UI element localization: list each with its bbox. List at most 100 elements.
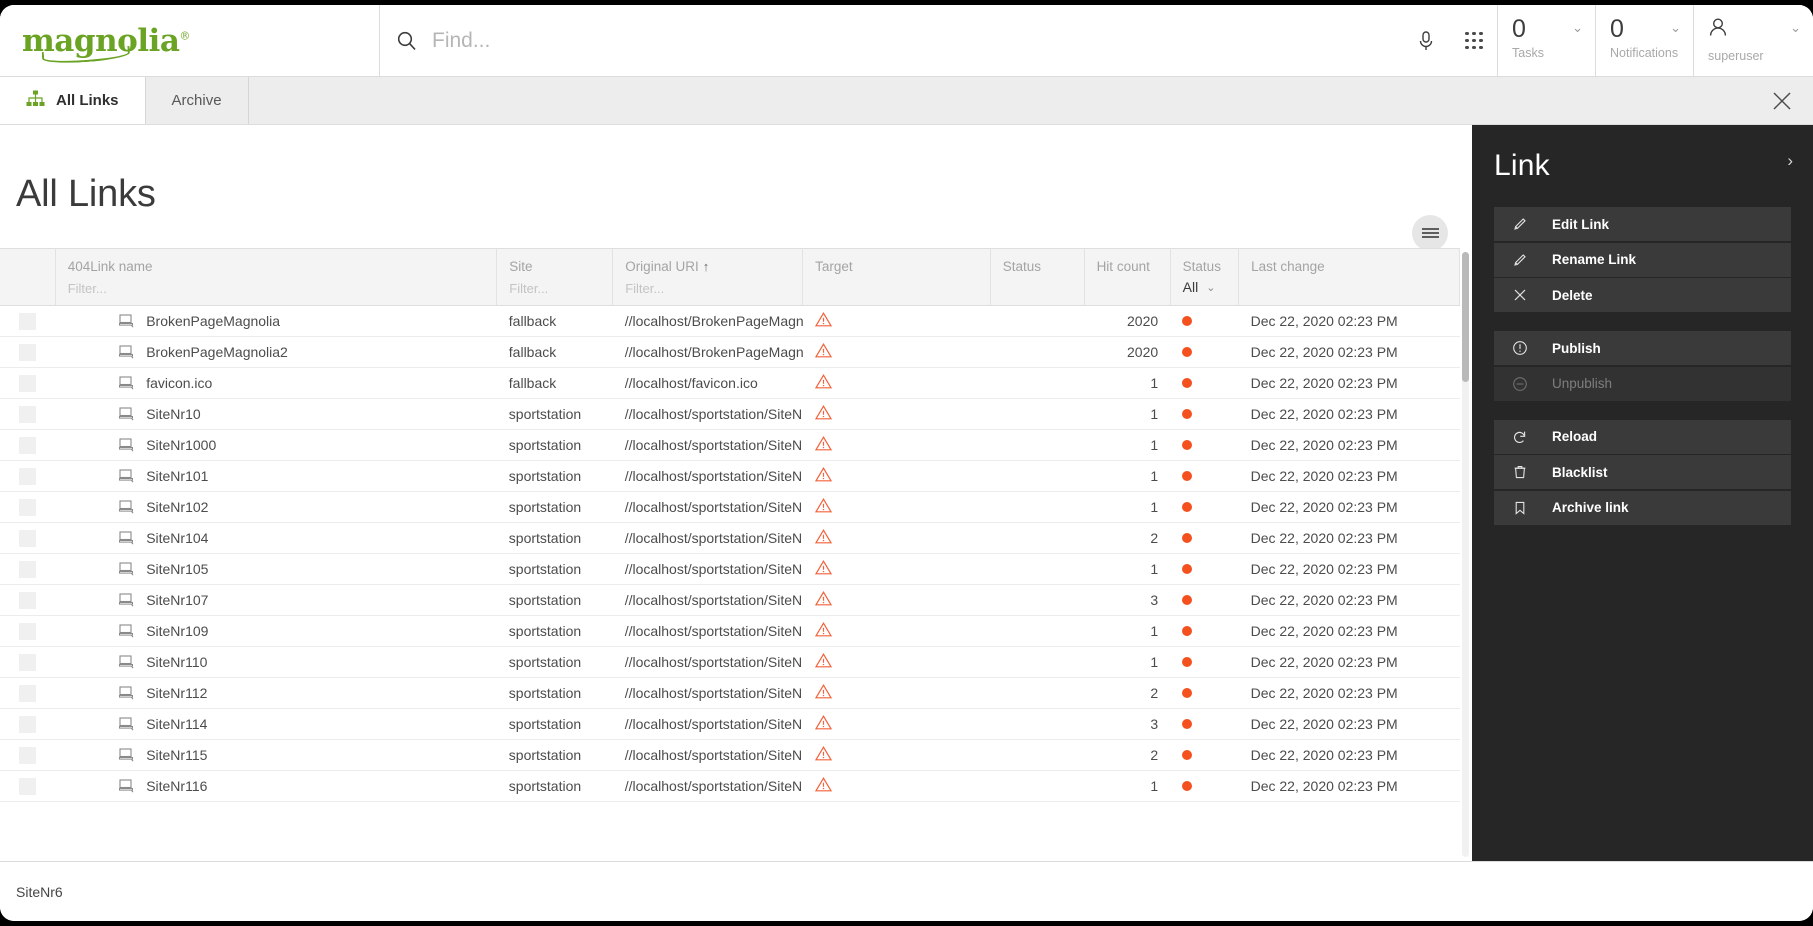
row-checkbox-cell[interactable] bbox=[0, 616, 55, 647]
action-publish[interactable]: Publish bbox=[1494, 331, 1791, 365]
column-header-last-change[interactable]: Last change bbox=[1239, 249, 1460, 306]
row-checkbox[interactable] bbox=[19, 437, 36, 454]
row-checkbox[interactable] bbox=[19, 623, 36, 640]
row-checkbox[interactable] bbox=[19, 747, 36, 764]
action-archive-link[interactable]: Archive link bbox=[1494, 491, 1791, 525]
column-header-status-filter[interactable]: Status All ⌄ bbox=[1170, 249, 1238, 306]
close-app-button[interactable] bbox=[1751, 77, 1813, 124]
row-checkbox-cell[interactable] bbox=[0, 337, 55, 368]
cell-name: SiteNr104 bbox=[55, 523, 497, 554]
table-row[interactable]: SiteNr1000sportstation//localhost/sports… bbox=[0, 430, 1460, 461]
microphone-icon[interactable] bbox=[1411, 26, 1441, 56]
chevron-down-icon[interactable]: ⌄ bbox=[1790, 20, 1801, 36]
row-checkbox[interactable] bbox=[19, 499, 36, 516]
status-filter-select[interactable]: All ⌄ bbox=[1183, 279, 1226, 295]
filter-input-name[interactable]: Filter... bbox=[68, 281, 485, 296]
column-header-status[interactable]: Status bbox=[990, 249, 1084, 306]
row-checkbox-cell[interactable] bbox=[0, 740, 55, 771]
row-checkbox-cell[interactable] bbox=[0, 399, 55, 430]
row-checkbox-cell[interactable] bbox=[0, 585, 55, 616]
global-search[interactable] bbox=[380, 5, 1411, 76]
tab-all-links[interactable]: All Links bbox=[0, 77, 146, 124]
user-menu[interactable]: superuser ⌄ bbox=[1693, 5, 1813, 76]
cell-hit-count: 1 bbox=[1084, 771, 1170, 802]
row-checkbox-cell[interactable] bbox=[0, 492, 55, 523]
action-blacklist[interactable]: Blacklist bbox=[1494, 455, 1791, 489]
row-checkbox-cell[interactable] bbox=[0, 554, 55, 585]
cell-original-uri: //localhost/sportstation/SiteNr bbox=[613, 492, 803, 523]
row-checkbox-cell[interactable] bbox=[0, 678, 55, 709]
table-row[interactable]: BrokenPageMagnoliafallback//localhost/Br… bbox=[0, 306, 1460, 337]
column-header-site[interactable]: Site Filter... bbox=[497, 249, 613, 306]
row-checkbox[interactable] bbox=[19, 375, 36, 392]
row-checkbox[interactable] bbox=[19, 716, 36, 733]
table-row[interactable]: SiteNr105sportstation//localhost/sportst… bbox=[0, 554, 1460, 585]
table-row[interactable]: SiteNr116sportstation//localhost/sportst… bbox=[0, 771, 1460, 802]
cell-last-change: Dec 22, 2020 02:23 PM bbox=[1239, 523, 1460, 554]
apps-grid-icon[interactable] bbox=[1459, 26, 1489, 56]
row-checkbox[interactable] bbox=[19, 468, 36, 485]
hamburger-icon[interactable] bbox=[1412, 215, 1448, 251]
sort-ascending-icon[interactable]: ↑ bbox=[703, 259, 710, 274]
row-checkbox[interactable] bbox=[19, 561, 36, 578]
row-checkbox-cell[interactable] bbox=[0, 368, 55, 399]
filter-input-site[interactable]: Filter... bbox=[509, 281, 600, 296]
table-row[interactable]: SiteNr110sportstation//localhost/sportst… bbox=[0, 647, 1460, 678]
chevron-right-icon[interactable]: › bbox=[1787, 151, 1793, 171]
tab-archive[interactable]: Archive bbox=[146, 77, 249, 124]
row-checkbox[interactable] bbox=[19, 685, 36, 702]
row-checkbox[interactable] bbox=[19, 406, 36, 423]
column-header-select[interactable] bbox=[0, 249, 55, 306]
column-header-hit-count[interactable]: Hit count bbox=[1084, 249, 1170, 306]
table-row[interactable]: SiteNr102sportstation//localhost/sportst… bbox=[0, 492, 1460, 523]
row-checkbox-cell[interactable] bbox=[0, 306, 55, 337]
search-input[interactable] bbox=[430, 28, 930, 54]
action-delete[interactable]: Delete bbox=[1494, 278, 1791, 312]
filter-input-uri[interactable]: Filter... bbox=[625, 281, 790, 296]
table-row[interactable]: SiteNr101sportstation//localhost/sportst… bbox=[0, 461, 1460, 492]
table-row[interactable]: SiteNr114sportstation//localhost/sportst… bbox=[0, 709, 1460, 740]
action-label: Edit Link bbox=[1552, 217, 1609, 232]
column-header-target[interactable]: Target bbox=[803, 249, 991, 306]
cell-hit-count: 1 bbox=[1084, 430, 1170, 461]
row-checkbox-cell[interactable] bbox=[0, 709, 55, 740]
row-checkbox-cell[interactable] bbox=[0, 430, 55, 461]
table-row[interactable]: favicon.icofallback//localhost/favicon.i… bbox=[0, 368, 1460, 399]
table-row[interactable]: SiteNr104sportstation//localhost/sportst… bbox=[0, 523, 1460, 554]
magnolia-logo[interactable]: magnolia® bbox=[0, 5, 380, 76]
table-scrollbar[interactable] bbox=[1462, 252, 1469, 857]
cell-hit-count: 2020 bbox=[1084, 306, 1170, 337]
table-row[interactable]: SiteNr109sportstation//localhost/sportst… bbox=[0, 616, 1460, 647]
status-badge bbox=[1182, 719, 1192, 729]
link-name: favicon.ico bbox=[146, 375, 212, 391]
action-reload[interactable]: Reload bbox=[1494, 420, 1791, 454]
row-checkbox[interactable] bbox=[19, 530, 36, 547]
row-checkbox-cell[interactable] bbox=[0, 523, 55, 554]
link-name: SiteNr105 bbox=[146, 561, 208, 577]
chevron-down-icon[interactable]: ⌄ bbox=[1670, 20, 1681, 36]
row-checkbox-cell[interactable] bbox=[0, 461, 55, 492]
column-header-original-uri[interactable]: Original URI↑ Filter... bbox=[613, 249, 803, 306]
table-row[interactable]: SiteNr10sportstation//localhost/sportsta… bbox=[0, 399, 1460, 430]
cell-last-change: Dec 22, 2020 02:23 PM bbox=[1239, 771, 1460, 802]
row-checkbox[interactable] bbox=[19, 344, 36, 361]
table-row[interactable]: BrokenPageMagnolia2fallback//localhost/B… bbox=[0, 337, 1460, 368]
row-checkbox-cell[interactable] bbox=[0, 771, 55, 802]
table-row[interactable]: SiteNr107sportstation//localhost/sportst… bbox=[0, 585, 1460, 616]
table-row[interactable]: SiteNr112sportstation//localhost/sportst… bbox=[0, 678, 1460, 709]
row-checkbox[interactable] bbox=[19, 654, 36, 671]
row-checkbox[interactable] bbox=[19, 778, 36, 795]
notifications-widget[interactable]: 0 Notifications ⌄ bbox=[1595, 5, 1693, 76]
action-edit-link[interactable]: Edit Link bbox=[1494, 207, 1791, 241]
cell-target bbox=[803, 585, 991, 616]
table-row[interactable]: SiteNr115sportstation//localhost/sportst… bbox=[0, 740, 1460, 771]
column-header-name[interactable]: 404Link name Filter... bbox=[55, 249, 497, 306]
scrollbar-thumb[interactable] bbox=[1462, 252, 1469, 382]
row-checkbox-cell[interactable] bbox=[0, 647, 55, 678]
action-rename-link[interactable]: Rename Link bbox=[1494, 243, 1791, 277]
tasks-widget[interactable]: 0 Tasks ⌄ bbox=[1497, 5, 1595, 76]
chevron-down-icon[interactable]: ⌄ bbox=[1572, 20, 1583, 36]
row-checkbox[interactable] bbox=[19, 313, 36, 330]
row-checkbox[interactable] bbox=[19, 592, 36, 609]
warning-icon bbox=[815, 436, 979, 454]
